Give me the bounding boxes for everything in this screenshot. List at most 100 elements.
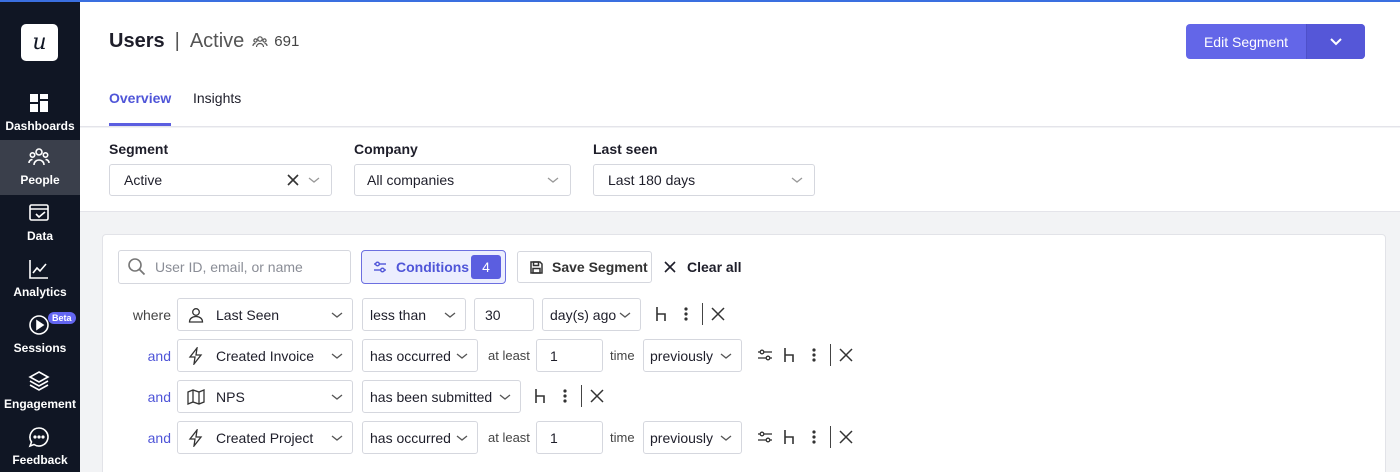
clear-icon[interactable] bbox=[285, 172, 301, 188]
sidebar: u Dashboards People Data Analytics Beta … bbox=[0, 2, 80, 472]
condition-operator-select[interactable]: less than bbox=[362, 298, 466, 331]
filter-bar: Segment Active Company All companies Las… bbox=[80, 128, 1400, 212]
segment-filter-label: Segment bbox=[109, 141, 169, 157]
save-icon bbox=[530, 260, 543, 274]
condition-field-value: Last Seen bbox=[216, 306, 280, 323]
split-icon[interactable] bbox=[783, 428, 797, 446]
more-vertical-icon[interactable] bbox=[557, 387, 573, 405]
chevron-down-icon bbox=[331, 312, 343, 318]
condition-unit-select[interactable]: day(s) ago bbox=[542, 298, 641, 331]
user-icon bbox=[188, 307, 204, 323]
sidebar-item-engagement[interactable]: Engagement bbox=[0, 364, 80, 419]
condition-timeframe-value: previously bbox=[650, 347, 714, 364]
divider bbox=[830, 344, 831, 366]
search-input[interactable] bbox=[155, 259, 345, 275]
sidebar-item-analytics[interactable]: Analytics bbox=[0, 252, 80, 307]
edit-segment-button-group: Edit Segment bbox=[1186, 24, 1365, 59]
conditions-button[interactable]: Conditions 4 bbox=[361, 250, 506, 284]
chevron-down-icon bbox=[331, 353, 343, 359]
remove-condition-icon[interactable] bbox=[589, 388, 605, 404]
sidebar-item-label: Data bbox=[26, 229, 53, 243]
condition-conjunction[interactable]: and bbox=[103, 430, 171, 446]
edit-segment-dropdown[interactable] bbox=[1307, 24, 1365, 59]
sidebar-item-label: Feedback bbox=[12, 453, 68, 467]
sidebar-item-sessions[interactable]: Beta Sessions bbox=[0, 308, 80, 363]
condition-timeframe-select[interactable]: previously bbox=[643, 421, 742, 454]
chevron-down-icon bbox=[720, 435, 732, 441]
condition-conjunction[interactable]: and bbox=[103, 348, 171, 364]
title-users: Users bbox=[109, 30, 165, 52]
chevron-down-icon bbox=[1330, 37, 1342, 45]
condition-unit-value: day(s) ago bbox=[550, 306, 617, 323]
sidebar-item-feedback[interactable]: Feedback bbox=[0, 420, 80, 472]
app-logo[interactable]: u bbox=[21, 24, 58, 61]
clear-all-button[interactable]: Clear all bbox=[663, 251, 741, 283]
condition-operator-select[interactable]: has occurred bbox=[362, 339, 478, 372]
filter-sliders-icon[interactable] bbox=[757, 348, 773, 362]
tab-overview[interactable]: Overview bbox=[109, 90, 171, 106]
tab-insights[interactable]: Insights bbox=[193, 90, 241, 106]
sidebar-item-label: Engagement bbox=[3, 397, 76, 411]
chevron-down-icon bbox=[331, 435, 343, 441]
condition-conjunction[interactable]: and bbox=[103, 389, 171, 405]
page-title: Users | Active 691 bbox=[109, 30, 299, 53]
sidebar-item-people[interactable]: People bbox=[0, 140, 80, 195]
conditions-count-badge: 4 bbox=[471, 255, 501, 279]
people-count-icon bbox=[252, 35, 268, 47]
condition-value-input[interactable]: 1 bbox=[536, 339, 603, 372]
condition-operator-select[interactable]: has occurred bbox=[362, 421, 478, 454]
sidebar-item-label: Dashboards bbox=[5, 119, 75, 133]
chevron-down-icon bbox=[444, 312, 456, 318]
title-separator: | bbox=[174, 30, 180, 52]
condition-value-input[interactable]: 1 bbox=[536, 421, 603, 454]
company-filter-label: Company bbox=[354, 141, 418, 157]
edit-segment-button[interactable]: Edit Segment bbox=[1186, 24, 1307, 59]
sidebar-item-data[interactable]: Data bbox=[0, 196, 80, 251]
beta-badge: Beta bbox=[48, 312, 76, 324]
company-select-value: All companies bbox=[367, 172, 455, 188]
analytics-icon bbox=[29, 260, 48, 279]
segment-select[interactable]: Active bbox=[109, 164, 332, 196]
remove-condition-icon[interactable] bbox=[838, 429, 854, 445]
save-segment-label: Save Segment bbox=[552, 259, 648, 275]
more-vertical-icon[interactable] bbox=[806, 346, 822, 364]
condition-field-select[interactable]: NPS bbox=[177, 380, 353, 413]
condition-field-select[interactable]: Last Seen bbox=[177, 298, 353, 331]
condition-timeframe-select[interactable]: previously bbox=[643, 339, 742, 372]
split-icon[interactable] bbox=[655, 305, 669, 323]
split-icon[interactable] bbox=[534, 387, 548, 405]
last-seen-select-value: Last 180 days bbox=[608, 172, 696, 188]
condition-value-input[interactable]: 30 bbox=[474, 298, 534, 331]
condition-operator-select[interactable]: has been submitted bbox=[362, 380, 521, 413]
condition-row: and Created Invoice has occurred at leas… bbox=[103, 339, 1387, 373]
condition-mid-label: at least bbox=[488, 348, 530, 363]
condition-field-select[interactable]: Created Project bbox=[177, 421, 353, 454]
clear-all-label: Clear all bbox=[687, 259, 742, 275]
divider bbox=[702, 303, 703, 325]
chevron-down-icon bbox=[499, 394, 511, 400]
data-icon bbox=[29, 204, 49, 221]
title-segment: Active bbox=[189, 30, 245, 52]
more-vertical-icon[interactable] bbox=[806, 428, 822, 446]
last-seen-filter-label: Last seen bbox=[593, 141, 658, 157]
save-segment-button[interactable]: Save Segment bbox=[517, 251, 652, 283]
chevron-down-icon bbox=[456, 353, 468, 359]
conditions-panel: Conditions 4 Save Segment Clear all wher… bbox=[102, 234, 1386, 472]
chevron-down-icon bbox=[619, 312, 631, 318]
chevron-down-icon bbox=[456, 435, 468, 441]
more-vertical-icon[interactable] bbox=[678, 305, 694, 323]
close-icon bbox=[664, 261, 676, 273]
remove-condition-icon[interactable] bbox=[838, 347, 854, 363]
last-seen-select[interactable]: Last 180 days bbox=[593, 164, 815, 196]
split-icon[interactable] bbox=[783, 346, 797, 364]
condition-unit-label: time bbox=[610, 348, 635, 363]
segment-select-value: Active bbox=[124, 172, 163, 188]
filter-sliders-icon[interactable] bbox=[757, 430, 773, 444]
condition-field-select[interactable]: Created Invoice bbox=[177, 339, 353, 372]
company-select[interactable]: All companies bbox=[354, 164, 571, 196]
sidebar-item-dashboards[interactable]: Dashboards bbox=[0, 86, 80, 141]
condition-unit-label: time bbox=[610, 430, 635, 445]
remove-condition-icon[interactable] bbox=[710, 306, 726, 322]
search-box[interactable] bbox=[118, 250, 351, 284]
condition-row: and NPS has been submitted bbox=[103, 380, 1387, 414]
